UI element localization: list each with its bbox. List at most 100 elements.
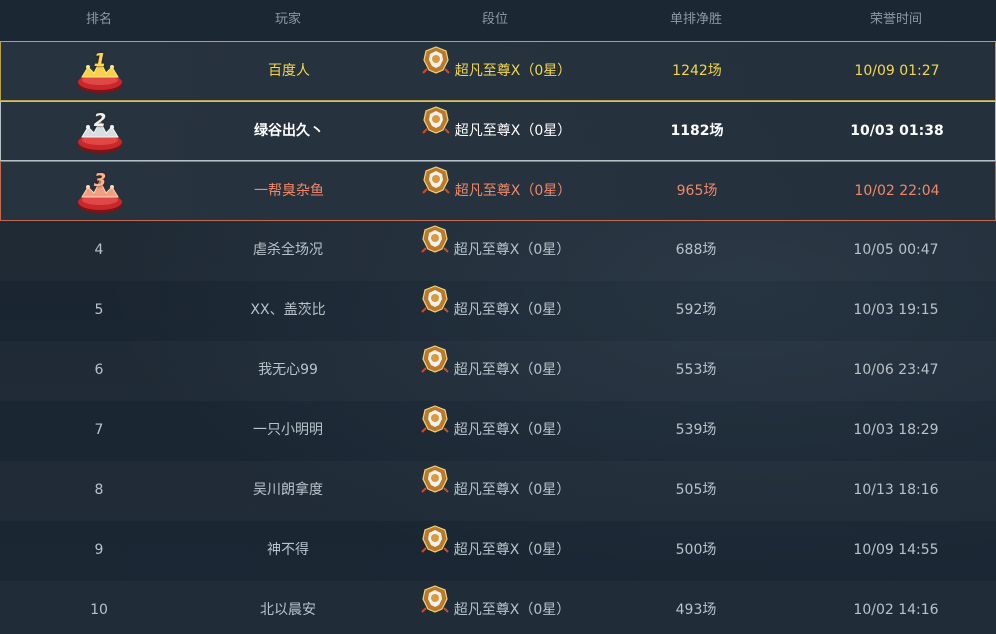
honor-time: 10/03 19:15 (853, 302, 939, 318)
player-name[interactable]: 一帮臭杂鱼 (189, 162, 389, 220)
net-wins: 539场 (675, 422, 717, 438)
net-wins: 505场 (675, 482, 717, 498)
rank-number: 2 (93, 110, 107, 131)
rank-number: 7 (94, 422, 104, 438)
tier-cell: 超凡至尊Ⅹ（0星） (390, 341, 600, 399)
rank-cell: 5 (0, 281, 198, 339)
rank-cell: 6 (0, 341, 198, 399)
tier-label: 超凡至尊Ⅹ（0星） (453, 422, 571, 438)
tier-badge-icon (420, 341, 450, 399)
net-wins: 553场 (675, 362, 717, 378)
tier-label: 超凡至尊Ⅹ（0星） (454, 63, 572, 79)
player-name[interactable]: 绿谷出久丶 (189, 102, 389, 160)
table-row: 5 XX、盖茨比 超凡至尊Ⅹ（0星） 592场 10/03 19:15 (0, 281, 996, 341)
player-name[interactable]: 北以晨安 (188, 581, 388, 634)
honor-time: 10/13 18:16 (853, 482, 939, 498)
rank-medal-icon: 3 (74, 162, 126, 220)
rank-medal-icon: 1 (74, 42, 126, 100)
rank-number: 4 (94, 242, 104, 258)
tier-label: 超凡至尊Ⅹ（0星） (453, 602, 571, 618)
tier-badge-icon (420, 521, 450, 579)
table-header: 排名 玩家 段位 单排净胜 荣誉时间 (0, 0, 996, 40)
rank-number: 10 (90, 602, 108, 618)
table-row: 6 我无心99 超凡至尊Ⅹ（0星） 553场 10/06 23:47 (0, 341, 996, 401)
tier-cell: 超凡至尊Ⅹ（0星） (391, 102, 601, 160)
tier-cell: 超凡至尊Ⅹ（0星） (390, 581, 600, 634)
tier-cell: 超凡至尊Ⅹ（0星） (390, 281, 600, 339)
player-name[interactable]: 吴川朗拿度 (188, 461, 388, 519)
player-name[interactable]: 百度人 (189, 42, 389, 100)
tier-badge-icon (421, 102, 451, 160)
table-row: 2 绿谷出久丶 超凡至尊Ⅹ（0星） 1182场 10/03 01:38 (0, 101, 996, 161)
honor-time: 10/09 01:27 (854, 63, 940, 79)
tier-badge-icon (420, 581, 450, 634)
net-wins: 592场 (675, 302, 717, 318)
header-player: 玩家 (274, 12, 301, 27)
rank-cell: 1 (1, 42, 199, 100)
table-row: 9 神不得 超凡至尊Ⅹ（0星） 500场 10/09 14:55 (0, 521, 996, 581)
rank-number: 3 (93, 170, 107, 191)
leaderboard: 排名 玩家 段位 单排净胜 荣誉时间 1 百度人 超凡至尊Ⅹ（0星） 1242场 10/… (0, 0, 996, 634)
net-wins: 500场 (675, 542, 717, 558)
tier-label: 超凡至尊Ⅹ（0星） (453, 362, 571, 378)
rank-number: 9 (94, 542, 104, 558)
player-name[interactable]: 虐杀全场况 (188, 221, 388, 279)
honor-time: 10/02 14:16 (853, 602, 939, 618)
tier-cell: 超凡至尊Ⅹ（0星） (390, 221, 600, 279)
tier-cell: 超凡至尊Ⅹ（0星） (390, 401, 600, 459)
rank-cell: 8 (0, 461, 198, 519)
rank-cell: 4 (0, 221, 198, 279)
player-name[interactable]: XX、盖茨比 (188, 281, 388, 339)
net-wins: 1182场 (670, 123, 724, 139)
net-wins: 688场 (675, 242, 717, 258)
tier-cell: 超凡至尊Ⅹ（0星） (390, 521, 600, 579)
table-row: 4 虐杀全场况 超凡至尊Ⅹ（0星） 688场 10/05 00:47 (0, 221, 996, 281)
header-tier: 段位 (481, 12, 508, 27)
rank-cell: 2 (1, 102, 199, 160)
tier-label: 超凡至尊Ⅹ（0星） (453, 542, 571, 558)
tier-cell: 超凡至尊Ⅹ（0星） (391, 42, 601, 100)
rank-cell: 3 (1, 162, 199, 220)
tier-badge-icon (420, 461, 450, 519)
tier-label: 超凡至尊Ⅹ（0星） (453, 302, 571, 318)
player-name[interactable]: 一只小明明 (188, 401, 388, 459)
honor-time: 10/03 01:38 (850, 123, 944, 139)
header-rank: 排名 (85, 12, 112, 27)
honor-time: 10/06 23:47 (853, 362, 939, 378)
rank-cell: 7 (0, 401, 198, 459)
rank-medal-icon: 2 (74, 102, 126, 160)
tier-label: 超凡至尊Ⅹ（0星） (453, 242, 571, 258)
tier-cell: 超凡至尊Ⅹ（0星） (390, 461, 600, 519)
honor-time: 10/09 14:55 (853, 542, 939, 558)
tier-badge-icon (420, 221, 450, 279)
tier-label: 超凡至尊Ⅹ（0星） (453, 482, 571, 498)
tier-badge-icon (421, 42, 451, 100)
table-row: 1 百度人 超凡至尊Ⅹ（0星） 1242场 10/09 01:27 (0, 41, 996, 101)
rank-number: 5 (94, 302, 104, 318)
rank-number: 1 (93, 50, 107, 71)
tier-label: 超凡至尊Ⅹ（0星） (454, 183, 572, 199)
tier-badge-icon (420, 401, 450, 459)
tier-badge-icon (420, 281, 450, 339)
table-row: 8 吴川朗拿度 超凡至尊Ⅹ（0星） 505场 10/13 18:16 (0, 461, 996, 521)
net-wins: 1242场 (672, 63, 722, 79)
header-wins: 单排净胜 (669, 12, 722, 27)
table-row: 3 一帮臭杂鱼 超凡至尊Ⅹ（0星） 965场 10/02 22:04 (0, 161, 996, 221)
player-name[interactable]: 我无心99 (188, 341, 388, 399)
rank-number: 8 (94, 482, 104, 498)
player-name[interactable]: 神不得 (188, 521, 388, 579)
rank-number: 6 (94, 362, 104, 378)
rank-cell: 9 (0, 521, 198, 579)
rank-cell: 10 (0, 581, 198, 634)
honor-time: 10/05 00:47 (853, 242, 939, 258)
tier-label: 超凡至尊Ⅹ（0星） (454, 123, 572, 139)
header-time: 荣誉时间 (869, 12, 922, 27)
net-wins: 493场 (675, 602, 717, 618)
table-row: 10 北以晨安 超凡至尊Ⅹ（0星） 493场 10/02 14:16 (0, 581, 996, 634)
honor-time: 10/03 18:29 (853, 422, 939, 438)
tier-badge-icon (421, 162, 451, 220)
tier-cell: 超凡至尊Ⅹ（0星） (391, 162, 601, 220)
table-row: 7 一只小明明 超凡至尊Ⅹ（0星） 539场 10/03 18:29 (0, 401, 996, 461)
net-wins: 965场 (676, 183, 718, 199)
honor-time: 10/02 22:04 (854, 183, 940, 199)
